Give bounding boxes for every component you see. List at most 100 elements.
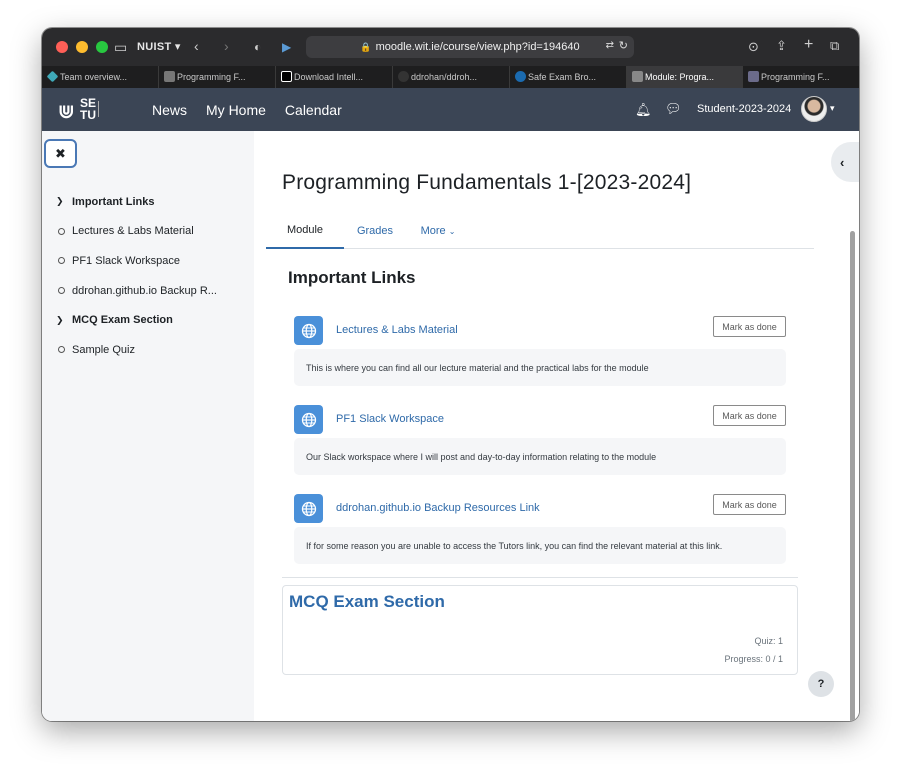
mcq-section-card: MCQ Exam Section Quiz: 1 Progress: 0 / 1 bbox=[282, 585, 798, 675]
tab-label: Download Intell... bbox=[294, 72, 364, 82]
globe-icon[interactable] bbox=[294, 316, 323, 345]
tab-label: ddrohan/ddroh... bbox=[411, 72, 478, 82]
completion-circle-icon bbox=[56, 287, 72, 295]
back-icon[interactable]: ‹ bbox=[194, 39, 199, 53]
mark-as-done-button[interactable]: Mark as done bbox=[713, 316, 786, 337]
d-icon bbox=[748, 71, 759, 82]
intellij-icon bbox=[281, 71, 292, 82]
course-index-label: PF1 Slack Workspace bbox=[72, 254, 181, 267]
nav-link-calendar[interactable]: Calendar bbox=[285, 102, 342, 118]
minimize-window-button[interactable] bbox=[76, 41, 88, 53]
nav-link-my-home[interactable]: My Home bbox=[206, 102, 266, 118]
primary-navigation: News My Home Calendar bbox=[152, 88, 342, 131]
page-title: Programming Fundamentals 1-[2023-2024] bbox=[282, 171, 692, 194]
github-icon bbox=[398, 71, 409, 82]
address-bar[interactable]: 🔒 moodle.wit.ie/course/view.php?id=19464… bbox=[306, 36, 634, 58]
browser-tab[interactable]: Programming F... bbox=[743, 66, 859, 88]
browser-tab[interactable]: Programming F... bbox=[159, 66, 276, 88]
browser-tab[interactable]: Team overview... bbox=[42, 66, 159, 88]
profile-menu[interactable]: NUIST ▾ bbox=[137, 40, 181, 53]
activity-description: This is where you can find all our lectu… bbox=[294, 349, 786, 386]
window-controls bbox=[56, 41, 108, 53]
page-scrollbar[interactable] bbox=[850, 231, 855, 721]
play-extension-icon[interactable]: ▶ bbox=[282, 40, 291, 54]
course-index-label: Lectures & Labs Material bbox=[72, 225, 194, 238]
course-index-section-mcq-exam[interactable]: ❯ MCQ Exam Section bbox=[56, 305, 246, 335]
mark-as-done-button[interactable]: Mark as done bbox=[713, 405, 786, 426]
site-navbar: ⋓ SE TU News My Home Calendar 🔔︎ 💬︎ Stud… bbox=[42, 88, 859, 131]
course-index-label: Important Links bbox=[72, 195, 155, 208]
share-icon[interactable]: ⇪ bbox=[776, 39, 787, 53]
activity-link[interactable]: Lectures & Labs Material bbox=[336, 324, 458, 336]
globe-icon[interactable] bbox=[294, 494, 323, 523]
activity-link[interactable]: PF1 Slack Workspace bbox=[336, 413, 444, 425]
download-icon[interactable]: ⊙ bbox=[748, 40, 759, 54]
course-index-item[interactable]: PF1 Slack Workspace bbox=[56, 246, 246, 276]
close-drawer-button[interactable]: ✖ bbox=[44, 139, 77, 168]
course-secondary-navigation: Module Grades More ⌄ bbox=[266, 213, 814, 249]
new-tab-icon[interactable]: + bbox=[804, 37, 813, 53]
browser-tab[interactable]: Safe Exam Bro... bbox=[510, 66, 627, 88]
section-heading-important-links: Important Links bbox=[288, 268, 416, 287]
notifications-bell-icon[interactable]: 🔔︎ bbox=[635, 102, 652, 118]
chevron-down-icon[interactable]: ❯ bbox=[56, 196, 72, 207]
chevron-down-icon[interactable]: ❯ bbox=[56, 315, 72, 326]
course-index-item[interactable]: Sample Quiz bbox=[56, 335, 246, 365]
privacy-shield-icon[interactable]: ◐ bbox=[254, 40, 261, 54]
browser-tab-active[interactable]: Module: Progra... bbox=[627, 66, 743, 88]
activity-description: If for some reason you are unable to acc… bbox=[294, 527, 786, 564]
activity-link[interactable]: ddrohan.github.io Backup Resources Link bbox=[336, 502, 540, 514]
page-content: ✖ ❯ Important Links Lectures & Labs Mate… bbox=[42, 131, 859, 721]
logo-fine-print bbox=[98, 101, 116, 117]
browser-tab-strip: Team overview... Programming F... Downlo… bbox=[42, 66, 859, 88]
tab-label: More bbox=[420, 225, 446, 237]
sidebar-toggle-icon[interactable]: ▭ bbox=[114, 40, 127, 54]
messages-chat-icon[interactable]: 💬︎ bbox=[665, 101, 682, 117]
tab-label: Programming F... bbox=[761, 72, 830, 82]
zoom-window-button[interactable] bbox=[96, 41, 108, 53]
url-text: moodle.wit.ie/course/view.php?id=194640 bbox=[375, 41, 580, 53]
lock-icon: 🔒 bbox=[360, 41, 372, 52]
section-divider bbox=[282, 577, 798, 578]
course-index-label: ddrohan.github.io Backup R... bbox=[72, 284, 217, 297]
tab-more[interactable]: More ⌄ bbox=[406, 213, 470, 249]
chevron-down-icon[interactable]: ▾ bbox=[830, 103, 835, 114]
help-button[interactable]: ? bbox=[808, 671, 834, 697]
tab-label: Team overview... bbox=[60, 72, 128, 82]
course-index-section-important-links[interactable]: ❯ Important Links bbox=[56, 187, 246, 217]
setu-logo[interactable]: ⋓ SE TU bbox=[58, 97, 118, 123]
tab-label: Module bbox=[286, 224, 324, 236]
course-index-label: Sample Quiz bbox=[72, 343, 135, 356]
mark-as-done-button[interactable]: Mark as done bbox=[713, 494, 786, 515]
course-index-item[interactable]: Lectures & Labs Material bbox=[56, 217, 246, 247]
close-window-button[interactable] bbox=[56, 41, 68, 53]
quiz-count: Quiz: 1 bbox=[754, 636, 783, 646]
tab-grades[interactable]: Grades bbox=[344, 213, 406, 249]
avatar[interactable] bbox=[801, 96, 827, 122]
course-index-list: ❯ Important Links Lectures & Labs Materi… bbox=[56, 187, 246, 365]
completion-circle-icon bbox=[56, 346, 72, 354]
section-heading-mcq[interactable]: MCQ Exam Section bbox=[289, 592, 445, 612]
nav-link-news[interactable]: News bbox=[152, 102, 187, 118]
forward-icon[interactable]: › bbox=[224, 39, 229, 53]
tab-module[interactable]: Module bbox=[266, 213, 344, 249]
tab-label: Grades bbox=[356, 225, 394, 237]
course-index-label: MCQ Exam Section bbox=[72, 314, 173, 327]
course-index-item[interactable]: ddrohan.github.io Backup R... bbox=[56, 276, 246, 306]
moodle-icon bbox=[632, 71, 643, 82]
browser-tab[interactable]: ddrohan/ddroh... bbox=[393, 66, 510, 88]
diamond-icon bbox=[46, 70, 59, 83]
translate-icon[interactable]: ⇄ bbox=[606, 40, 614, 51]
close-icon: ✖ bbox=[55, 145, 66, 161]
tab-label: Safe Exam Bro... bbox=[528, 72, 597, 82]
tab-overview-icon[interactable]: ⧉ bbox=[830, 39, 839, 53]
course-main: Programming Fundamentals 1-[2023-2024] M… bbox=[254, 131, 847, 721]
reload-icon[interactable]: ↻ bbox=[619, 39, 628, 52]
logo-text-bottom: TU bbox=[80, 108, 96, 122]
browser-tab[interactable]: Download Intell... bbox=[276, 66, 393, 88]
completion-circle-icon bbox=[56, 257, 72, 265]
user-name[interactable]: Student-2023-2024 bbox=[697, 103, 791, 115]
browser-window: ▭ NUIST ▾ ‹ › ◐ ▶ 🔒 moodle.wit.ie/course… bbox=[42, 28, 859, 721]
logo-mark-icon: ⋓ bbox=[58, 101, 75, 123]
globe-icon[interactable] bbox=[294, 405, 323, 434]
